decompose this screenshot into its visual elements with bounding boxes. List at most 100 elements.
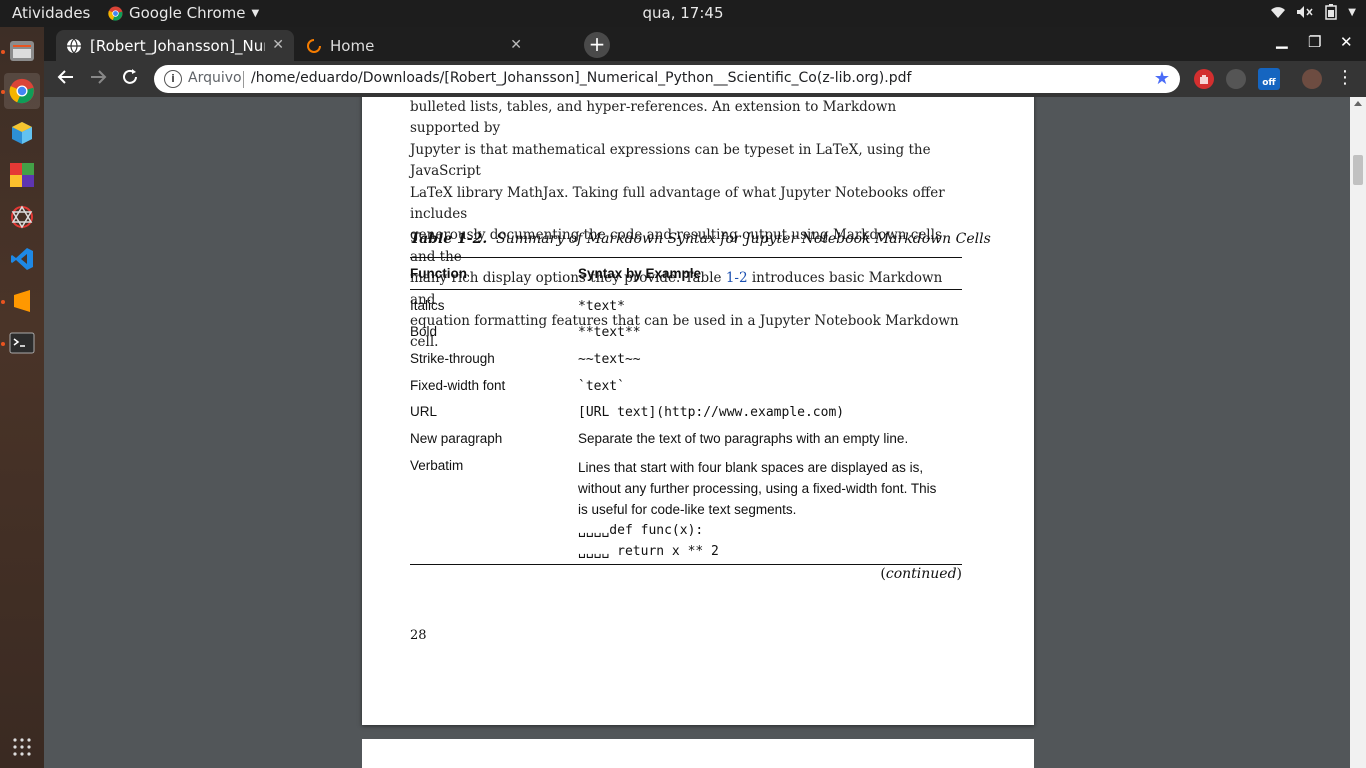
tab-pdf[interactable]: [Robert_Johansson]_Num ✕ xyxy=(56,30,294,61)
app-menu[interactable]: Google Chrome ▼ xyxy=(108,4,259,22)
verbatim-code-line: ␣␣␣␣def func(x): xyxy=(578,523,704,538)
table-header-rule xyxy=(410,289,962,290)
pdf-viewer[interactable]: bulleted lists, tables, and hyper-refere… xyxy=(44,97,1350,768)
pdf-next-page xyxy=(362,739,1034,768)
extension-gray-icon[interactable] xyxy=(1226,69,1246,89)
vscode-icon xyxy=(11,248,33,270)
terminal-icon xyxy=(9,332,35,354)
caption-label: Table 1-2. xyxy=(410,231,488,247)
caption-text: Summary of Markdown Syntax for Jupyter N… xyxy=(496,231,991,247)
table-cell-syntax: **text** xyxy=(578,325,641,340)
new-tab-button[interactable]: + xyxy=(584,32,610,58)
extension-adblock-icon[interactable] xyxy=(1194,69,1214,89)
info-icon[interactable]: i xyxy=(164,70,182,88)
battery-icon xyxy=(1325,4,1338,20)
extension-off-badge[interactable]: off xyxy=(1258,68,1280,90)
profile-avatar[interactable] xyxy=(1302,69,1322,89)
dock-chrome[interactable] xyxy=(4,73,40,109)
dock-3d-app[interactable] xyxy=(4,115,40,151)
badge-label: off xyxy=(1262,78,1276,88)
forward-button[interactable] xyxy=(86,67,110,91)
pdf-page: bulleted lists, tables, and hyper-refere… xyxy=(362,97,1034,725)
clock[interactable]: qua, 17:45 xyxy=(643,4,724,22)
browser-toolbar: i Arquivo /home/eduardo/Downloads/[Rober… xyxy=(44,61,1366,97)
globe-icon xyxy=(67,38,81,53)
tab-title: Home xyxy=(330,36,375,55)
app-name: Google Chrome xyxy=(129,4,246,22)
table-link[interactable]: 1-2 xyxy=(726,270,748,286)
reload-icon xyxy=(123,69,137,84)
minimize-icon[interactable]: ▁ xyxy=(1276,31,1288,49)
tab-bar: [Robert_Johansson]_Num ✕ Home ✕ + ▁ ❐ ✕ xyxy=(44,27,1366,61)
continued-note: (continued) xyxy=(880,566,962,582)
web-icon xyxy=(11,205,33,229)
table-bottom-rule xyxy=(410,564,962,565)
arrow-right-icon xyxy=(91,70,107,84)
paragraph-line: bulleted lists, tables, and hyper-refere… xyxy=(410,99,897,137)
scroll-up-arrow-icon[interactable] xyxy=(1354,101,1362,106)
table-cell-function: Fixed-width font xyxy=(410,378,506,393)
wifi-icon xyxy=(1271,7,1286,18)
close-tab-icon[interactable]: ✕ xyxy=(510,37,522,53)
running-indicator xyxy=(1,342,5,346)
hand-icon xyxy=(1200,75,1208,84)
dock-color-app[interactable] xyxy=(4,157,40,193)
dock-files[interactable] xyxy=(4,33,40,69)
back-button[interactable] xyxy=(54,67,78,91)
loading-spinner-icon xyxy=(307,38,321,53)
running-indicator xyxy=(1,50,5,54)
running-indicator xyxy=(1,300,5,304)
table-header-syntax: Syntax by Example xyxy=(578,266,702,281)
dock-network-app[interactable] xyxy=(4,199,40,235)
running-indicator xyxy=(1,90,5,94)
dock-terminal[interactable] xyxy=(4,325,40,361)
system-tray[interactable]: ▼ xyxy=(1270,4,1356,20)
page-number: 28 xyxy=(410,628,427,643)
paragraph-line: equation formatting features that can be… xyxy=(410,313,959,351)
close-window-icon[interactable]: ✕ xyxy=(1340,33,1353,51)
cube-icon xyxy=(12,122,32,144)
table-header-function: Function xyxy=(410,266,467,281)
table-cell-function: URL xyxy=(410,404,438,419)
vertical-scrollbar[interactable] xyxy=(1350,97,1366,768)
volume-muted-icon xyxy=(1297,6,1313,18)
color-blocks-icon xyxy=(10,163,34,187)
paragraph-line: Jupyter is that mathematical expressions… xyxy=(410,141,931,180)
paragraph: bulleted lists, tables, and hyper-refere… xyxy=(410,97,970,354)
url-text[interactable]: /home/eduardo/Downloads/[Robert_Johansso… xyxy=(251,70,911,86)
divider xyxy=(243,71,244,88)
arrow-left-icon xyxy=(57,70,73,84)
table-cell-function: Strike-through xyxy=(410,351,495,366)
dock-sublime[interactable] xyxy=(4,283,40,319)
sublime-text-icon xyxy=(14,290,30,312)
bookmark-star-icon[interactable]: ★ xyxy=(1154,68,1170,89)
system-top-bar: Atividades Google Chrome ▼ qua, 17:45 ▼ xyxy=(0,0,1366,27)
address-bar[interactable]: i Arquivo /home/eduardo/Downloads/[Rober… xyxy=(154,65,1180,93)
tab-title: [Robert_Johansson]_Num xyxy=(90,36,265,55)
close-tab-icon[interactable]: ✕ xyxy=(272,37,284,53)
table-cell-syntax: Lines that start with four blank spaces … xyxy=(578,460,937,517)
table-cell-syntax: `text` xyxy=(578,379,625,394)
scheme-label: Arquivo xyxy=(188,70,242,86)
reload-button[interactable] xyxy=(118,67,142,91)
table-cell-syntax: [URL text](http://www.example.com) xyxy=(578,405,845,420)
file-manager-icon xyxy=(10,41,34,61)
table-cell-function: Bold xyxy=(410,324,438,339)
maximize-icon[interactable]: ❐ xyxy=(1308,33,1321,51)
paragraph-line: LaTeX library MathJax. Taking full advan… xyxy=(410,184,945,223)
activities-button[interactable]: Atividades xyxy=(12,4,90,22)
scrollbar-thumb[interactable] xyxy=(1353,155,1363,185)
chevron-down-icon: ▼ xyxy=(251,7,260,19)
show-applications-button[interactable] xyxy=(4,729,40,765)
tab-home[interactable]: Home ✕ xyxy=(296,30,532,61)
dock xyxy=(0,27,44,768)
chrome-icon xyxy=(9,78,35,104)
table-cell-syntax: Separate the text of two paragraphs with… xyxy=(578,431,909,446)
chrome-icon xyxy=(108,5,123,21)
table-cell-function: Verbatim xyxy=(410,458,464,473)
more-menu-icon[interactable]: ⋮ xyxy=(1336,67,1354,88)
grid-icon xyxy=(13,738,31,756)
table-cell-function: Italics xyxy=(410,298,445,313)
dock-vscode[interactable] xyxy=(4,241,40,277)
table-cell-syntax: *text* xyxy=(578,299,625,314)
